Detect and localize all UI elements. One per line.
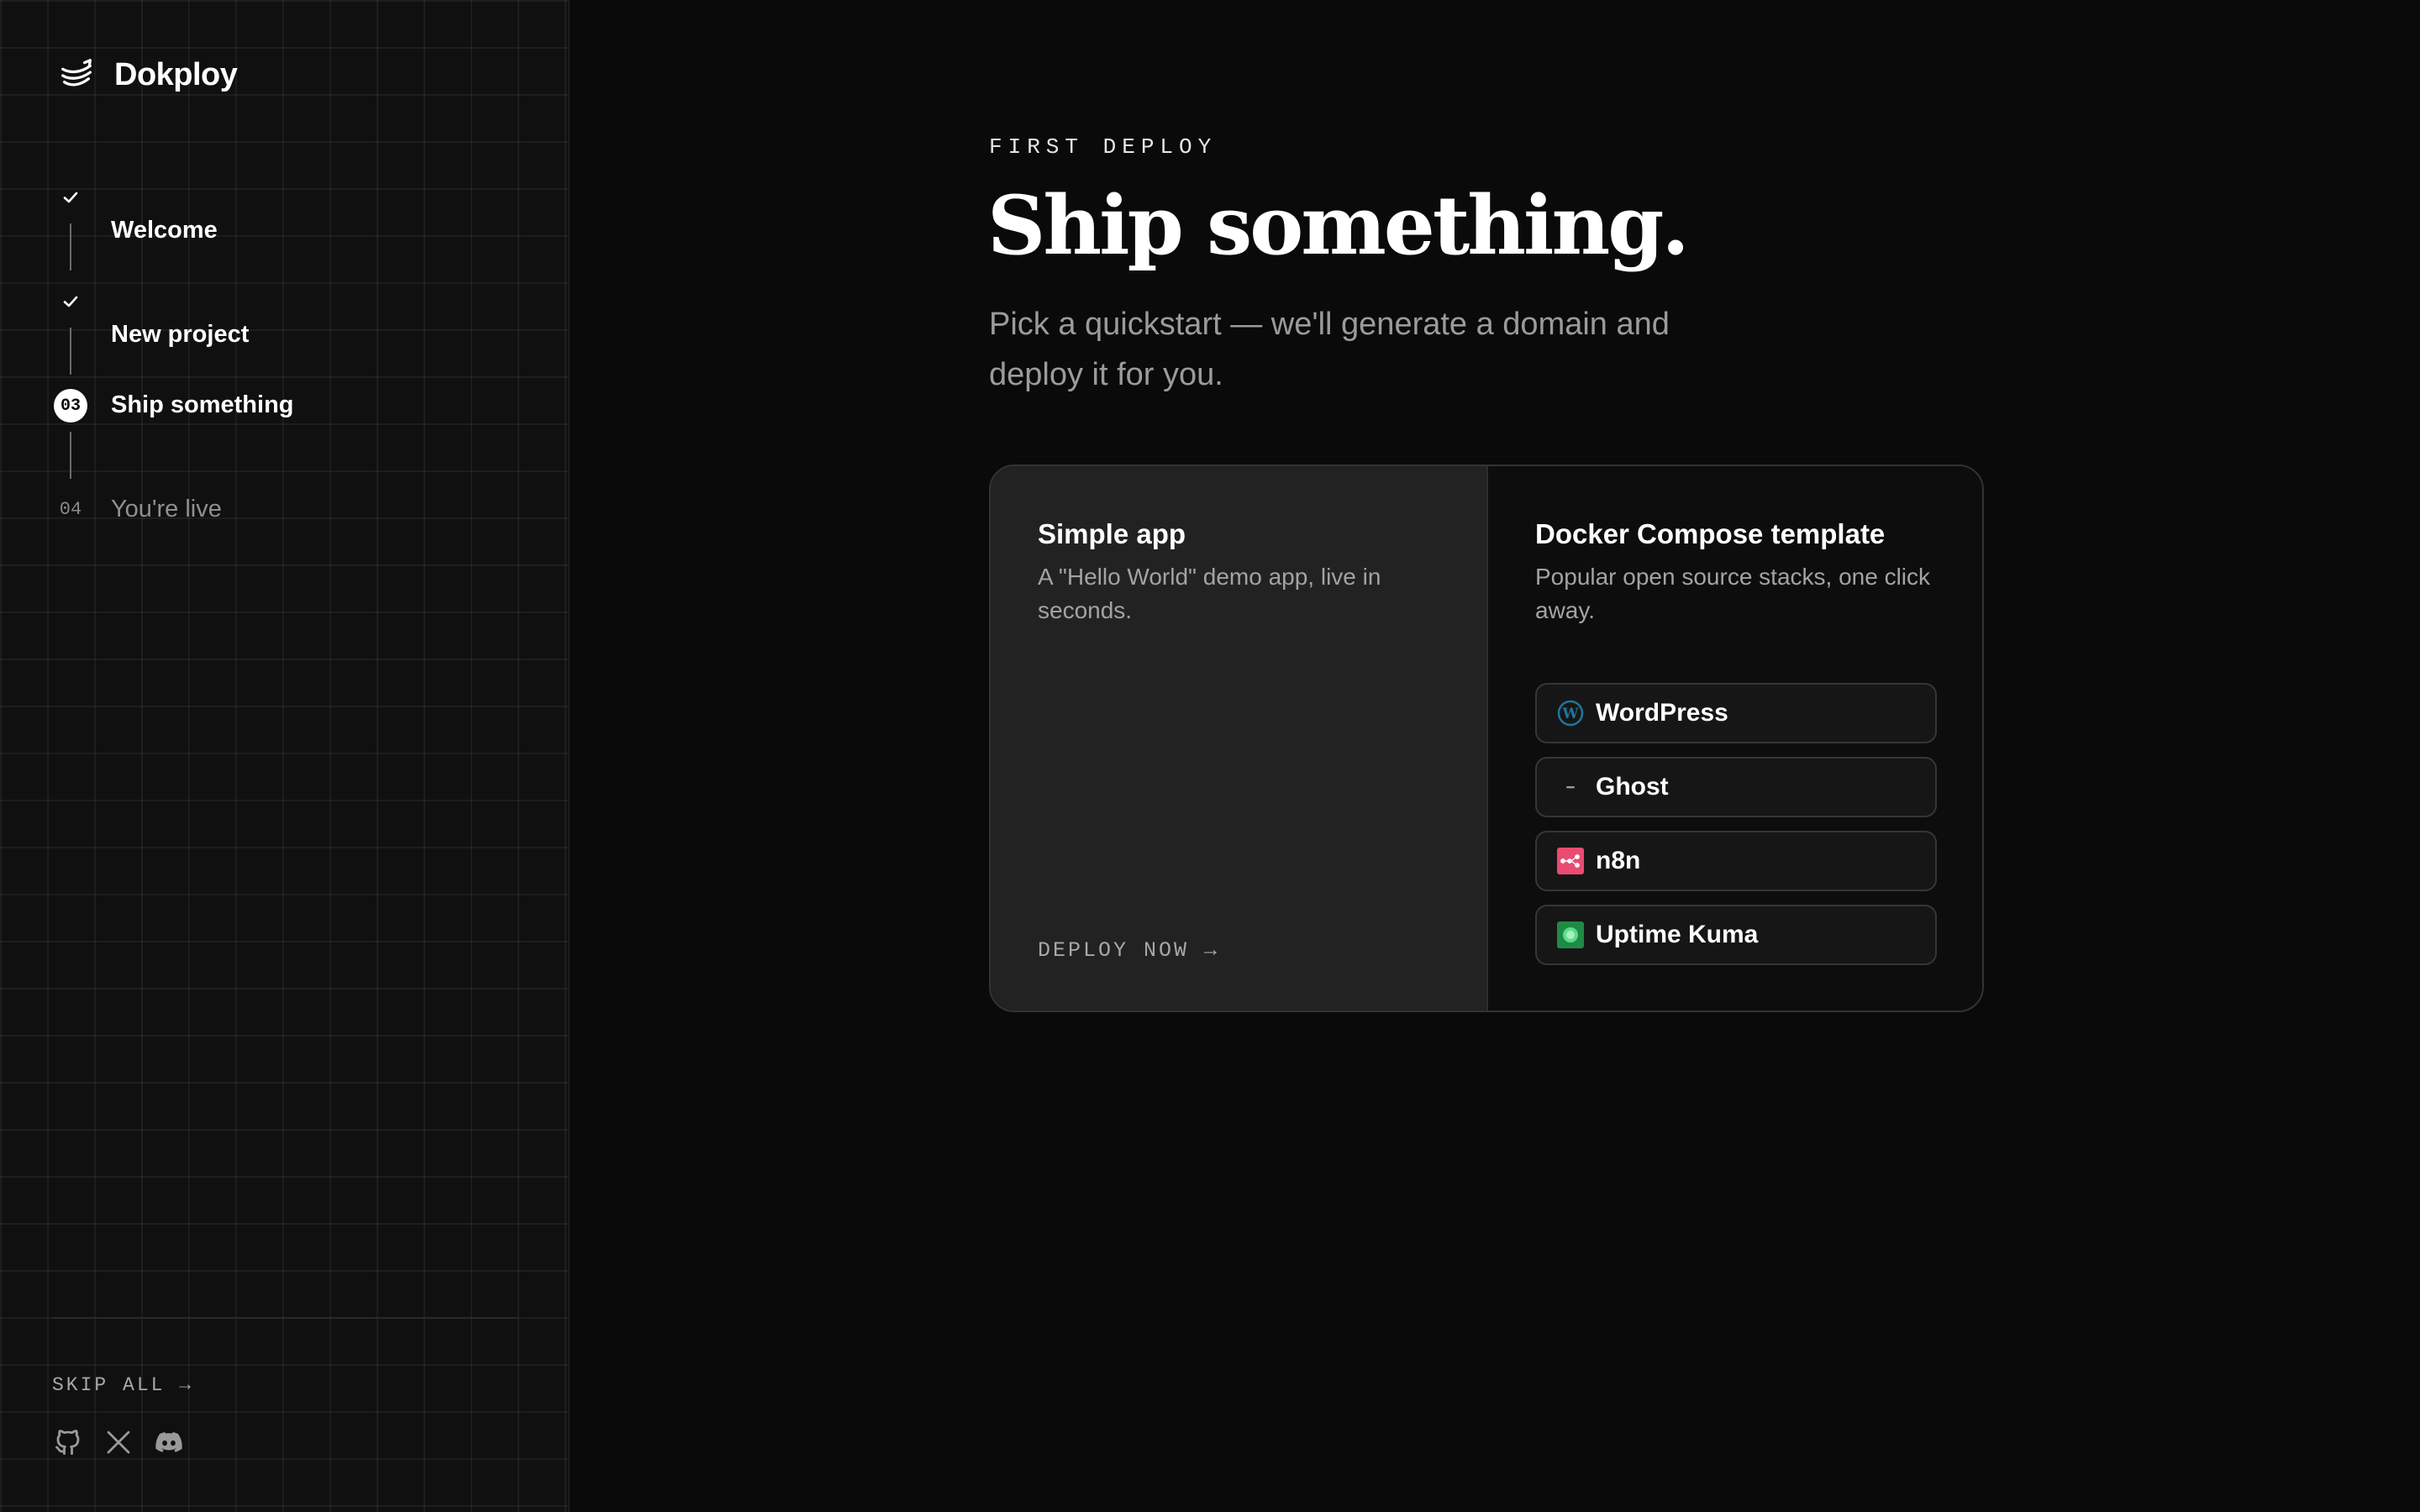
github-icon — [55, 1430, 80, 1455]
onboarding-sidebar: Dokploy Welcome New project 03 Ship some… — [0, 0, 570, 1512]
deploy-now-button[interactable]: DEPLOY NOW → — [1038, 938, 1219, 963]
step-4-number: 04 — [59, 498, 82, 520]
simple-app-title: Simple app — [1038, 518, 1186, 549]
sidebar-divider — [52, 1317, 518, 1319]
step-ship-something[interactable]: Ship something — [111, 391, 294, 419]
compose-description: Popular open source stacks, one click aw… — [1535, 564, 1931, 623]
ghost-icon — [1557, 774, 1584, 801]
step-connector — [70, 328, 71, 375]
template-label: Ghost — [1596, 773, 1669, 801]
step-youre-live: You're live — [111, 496, 222, 522]
step-connector — [70, 223, 71, 270]
step-1-check-icon — [54, 181, 87, 214]
template-label: WordPress — [1596, 699, 1728, 727]
social-links — [52, 1426, 185, 1458]
template-list: W WordPress Ghost n8n Uptime Kuma — [1535, 683, 1937, 979]
page-title: Ship something. — [987, 178, 1690, 273]
step-new-project[interactable]: New project — [111, 321, 249, 349]
eyebrow-label: FIRST DEPLOY — [989, 134, 1218, 160]
compose-title: Docker Compose template — [1535, 518, 1886, 549]
template-wordpress-button[interactable]: W WordPress — [1535, 683, 1937, 743]
wordpress-icon: W — [1557, 700, 1584, 727]
skip-all-link[interactable]: SKIP ALL → — [52, 1374, 193, 1396]
page-subtitle: Pick a quickstart — we'll generate a dom… — [989, 307, 1670, 392]
simple-app-description: A "Hello World" demo app, live in second… — [1038, 564, 1381, 623]
template-n8n-button[interactable]: n8n — [1535, 831, 1937, 891]
quickstart-card: Simple app A "Hello World" demo app, liv… — [989, 465, 1984, 1012]
discord-link[interactable] — [153, 1426, 185, 1458]
svg-text:W: W — [1561, 706, 1579, 722]
template-label: Uptime Kuma — [1596, 921, 1759, 948]
template-label: n8n — [1596, 847, 1641, 874]
x-link[interactable] — [103, 1426, 134, 1458]
step-3-number-badge: 03 — [54, 389, 87, 423]
step-connector — [70, 432, 71, 479]
template-uptime-kuma-button[interactable]: Uptime Kuma — [1535, 905, 1937, 965]
template-ghost-button[interactable]: Ghost — [1535, 757, 1937, 817]
n8n-icon — [1557, 848, 1584, 874]
discord-icon — [155, 1432, 182, 1452]
step-2-check-icon — [54, 285, 87, 318]
uptime-kuma-icon — [1557, 921, 1584, 948]
onboarding-steps: Welcome New project 03 Ship something 04… — [0, 0, 570, 588]
simple-app-option[interactable]: Simple app A "Hello World" demo app, liv… — [991, 466, 1488, 1011]
x-icon — [107, 1431, 130, 1454]
step-welcome[interactable]: Welcome — [111, 217, 218, 244]
compose-template-option: Docker Compose template Popular open sou… — [1488, 466, 1982, 1011]
github-link[interactable] — [52, 1426, 84, 1458]
